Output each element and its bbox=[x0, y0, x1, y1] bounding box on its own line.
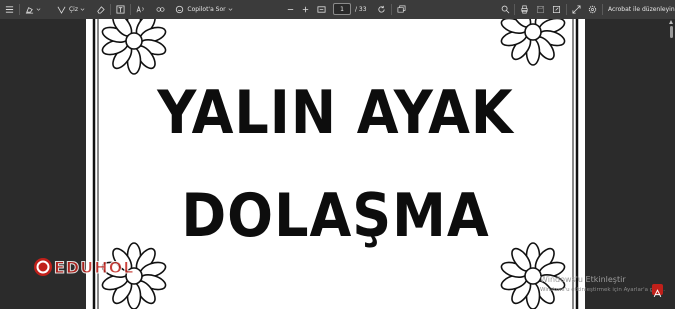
eduhol-logo-icon bbox=[34, 258, 52, 276]
chevron-down-icon bbox=[80, 8, 85, 11]
settings-button[interactable] bbox=[586, 3, 598, 16]
highlighter-button[interactable] bbox=[22, 3, 44, 16]
zoom-out-icon bbox=[287, 9, 293, 10]
copilot-button[interactable]: Copilot'a Sor bbox=[174, 3, 234, 16]
page-total: / 33 bbox=[355, 6, 367, 13]
highlighter-icon bbox=[25, 7, 34, 14]
title-line-1: YALIN AYAK bbox=[157, 78, 514, 148]
search-icon bbox=[501, 5, 509, 14]
scroll-thumb[interactable] bbox=[670, 26, 673, 38]
eraser-icon bbox=[96, 6, 105, 14]
toolbar-separator bbox=[19, 4, 20, 15]
daisy-top-right bbox=[498, 19, 568, 66]
save-icon bbox=[536, 5, 544, 14]
text-box-button[interactable] bbox=[114, 3, 126, 16]
print-button[interactable] bbox=[518, 3, 530, 16]
print-icon bbox=[520, 5, 528, 14]
save-button[interactable] bbox=[534, 3, 546, 16]
fit-page-button[interactable] bbox=[315, 3, 327, 16]
pdf-toolbar: Çiz Copilot'a Sor 1 / 33 Acrobat ile düz… bbox=[0, 0, 675, 19]
draw-label: Çiz bbox=[68, 6, 78, 13]
toolbar-separator bbox=[391, 4, 392, 15]
zoom-out-button[interactable] bbox=[285, 3, 295, 16]
acrobat-edit-link[interactable]: Acrobat ile düzenleyin bbox=[608, 6, 675, 13]
translate-icon bbox=[156, 7, 164, 12]
save-as-button[interactable] bbox=[550, 3, 562, 16]
page-view-button[interactable] bbox=[395, 3, 407, 16]
current-page: 1 bbox=[340, 5, 344, 13]
save-as-icon bbox=[552, 5, 560, 14]
copilot-icon bbox=[176, 5, 184, 14]
daisy-top-left bbox=[99, 19, 169, 75]
full-screen-icon bbox=[571, 5, 581, 14]
rotate-button[interactable] bbox=[376, 3, 386, 16]
read-aloud-icon bbox=[136, 5, 144, 13]
draw-button[interactable]: Çiz bbox=[52, 3, 90, 16]
fit-page-icon bbox=[316, 6, 326, 13]
eduhol-brand: EDUHOL bbox=[53, 257, 135, 277]
toolbar-separator bbox=[130, 4, 131, 15]
toolbar-separator bbox=[514, 4, 515, 15]
page-frame bbox=[92, 19, 579, 309]
full-screen-button[interactable] bbox=[570, 3, 582, 16]
translate-button[interactable] bbox=[154, 3, 166, 16]
page-number-input[interactable]: 1 bbox=[333, 3, 351, 15]
eduhol-watermark: EDUHOL bbox=[33, 255, 134, 279]
title-line-2: DOLAŞMA bbox=[181, 181, 490, 251]
settings-icon bbox=[588, 5, 596, 14]
eraser-button[interactable] bbox=[94, 3, 106, 16]
chevron-down-icon bbox=[36, 8, 41, 11]
toolbar-separator bbox=[602, 4, 603, 15]
chevron-down-icon bbox=[228, 8, 233, 11]
list-icon[interactable] bbox=[3, 3, 15, 16]
toolbar-separator bbox=[566, 4, 567, 15]
activation-title: Windows'u Etkinleştir bbox=[540, 275, 626, 284]
activation-subtitle: Windows'u etkinleştirmek için Ayarlar'a … bbox=[540, 287, 665, 293]
copilot-label: Copilot'a Sor bbox=[187, 6, 226, 13]
vertical-scrollbar[interactable] bbox=[668, 19, 675, 309]
toolbar-separator bbox=[110, 4, 111, 15]
pdf-page: YALIN AYAK DOLAŞMA bbox=[86, 19, 585, 309]
zoom-in-icon bbox=[302, 6, 308, 13]
text-box-icon bbox=[115, 5, 125, 14]
search-button[interactable] bbox=[499, 3, 511, 16]
zoom-in-button[interactable] bbox=[300, 3, 310, 16]
scroll-up-icon[interactable] bbox=[669, 20, 673, 24]
page-view-icon bbox=[397, 5, 405, 13]
rotate-icon bbox=[377, 5, 385, 13]
pdf-icon[interactable] bbox=[652, 284, 663, 298]
read-aloud-button[interactable] bbox=[134, 3, 146, 16]
draw-icon bbox=[57, 6, 66, 14]
windows-activation-notice: Windows'u Etkinleştir Windows'u etkinleş… bbox=[540, 274, 665, 296]
